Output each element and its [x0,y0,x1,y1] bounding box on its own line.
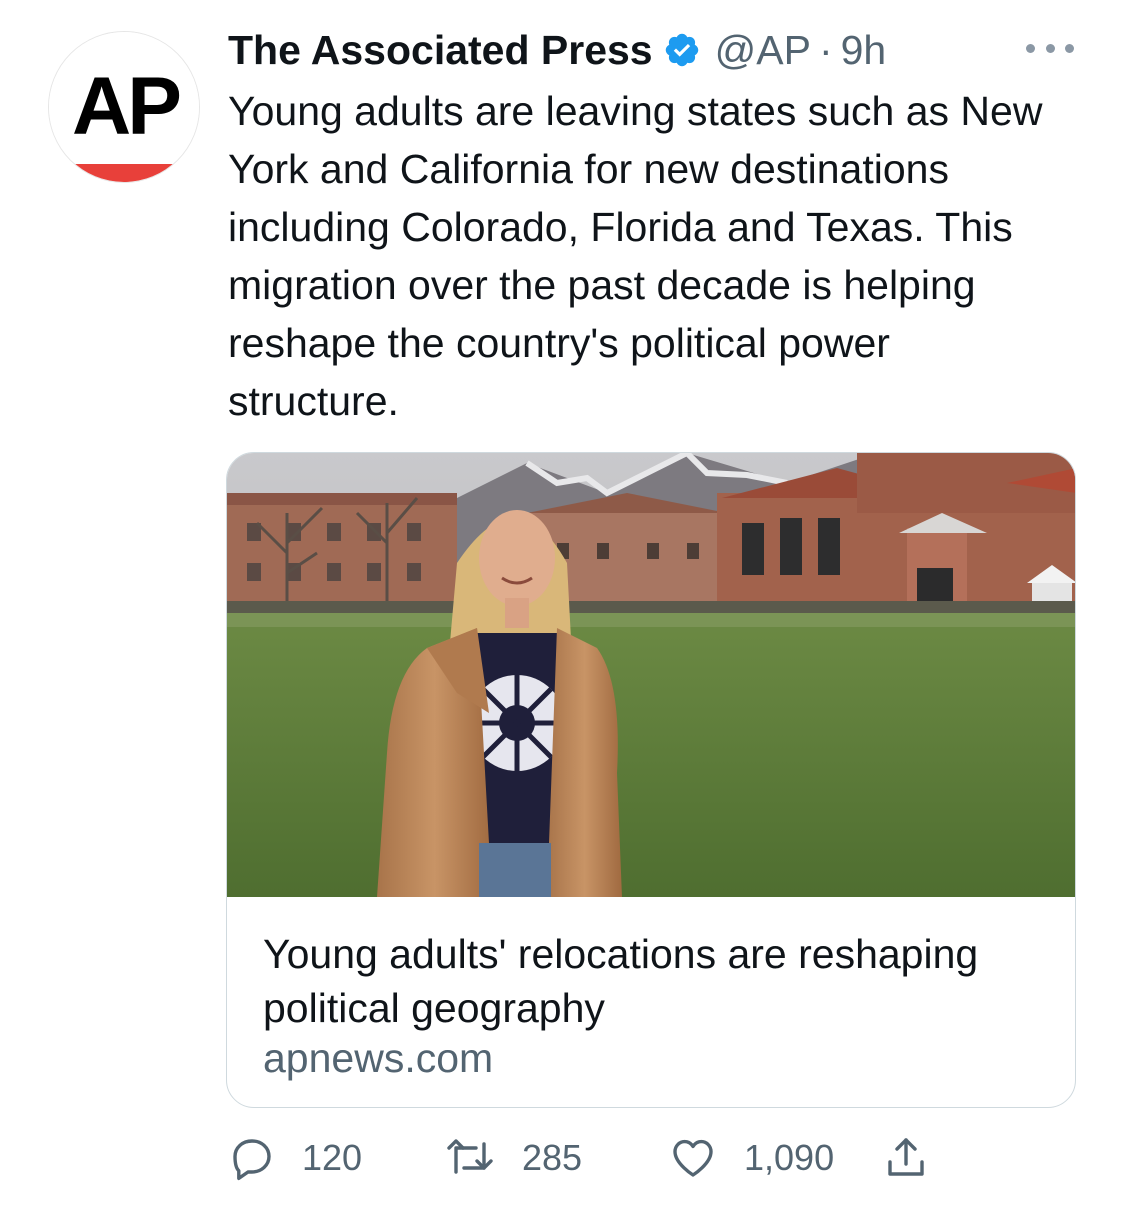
retweet-count: 285 [522,1137,583,1178]
share-icon [888,1138,924,1176]
card-photo [227,453,1075,897]
share-button[interactable] [882,1130,930,1186]
tweet-text: Young adults are leaving states such as … [228,88,1043,424]
link-card[interactable]: Young adults' relocations are reshaping … [226,452,1076,1108]
retweet-icon [447,1139,493,1174]
like-button[interactable]: 1,090 [668,1130,834,1186]
display-name[interactable]: The Associated Press [228,27,653,74]
avatar[interactable]: AP [48,31,200,183]
retweet-button[interactable]: 285 [444,1130,582,1186]
like-icon [673,1139,713,1177]
timestamp[interactable]: 9h [841,27,887,74]
like-count: 1,090 [744,1137,835,1178]
ap-logo-text: AP [72,61,179,152]
card-domain[interactable]: apnews.com [263,1035,493,1082]
tweet[interactable]: AP The Associated Press @AP · 9h Young a… [0,0,1124,1207]
tweet-header: The Associated Press @AP · 9h [228,24,886,76]
reply-count: 120 [302,1137,363,1178]
tweet-actions: 120 285 1,090 [228,1130,948,1186]
ap-logo: AP [49,32,199,182]
handle[interactable]: @AP [715,27,811,74]
verified-icon [663,31,701,69]
separator-dot: · [818,26,833,73]
reply-button[interactable]: 120 [228,1130,362,1186]
more-icon[interactable] [1026,36,1074,60]
card-image[interactable] [227,453,1075,897]
card-title[interactable]: Young adults' relocations are reshaping … [263,927,1043,1035]
reply-icon [233,1139,271,1181]
